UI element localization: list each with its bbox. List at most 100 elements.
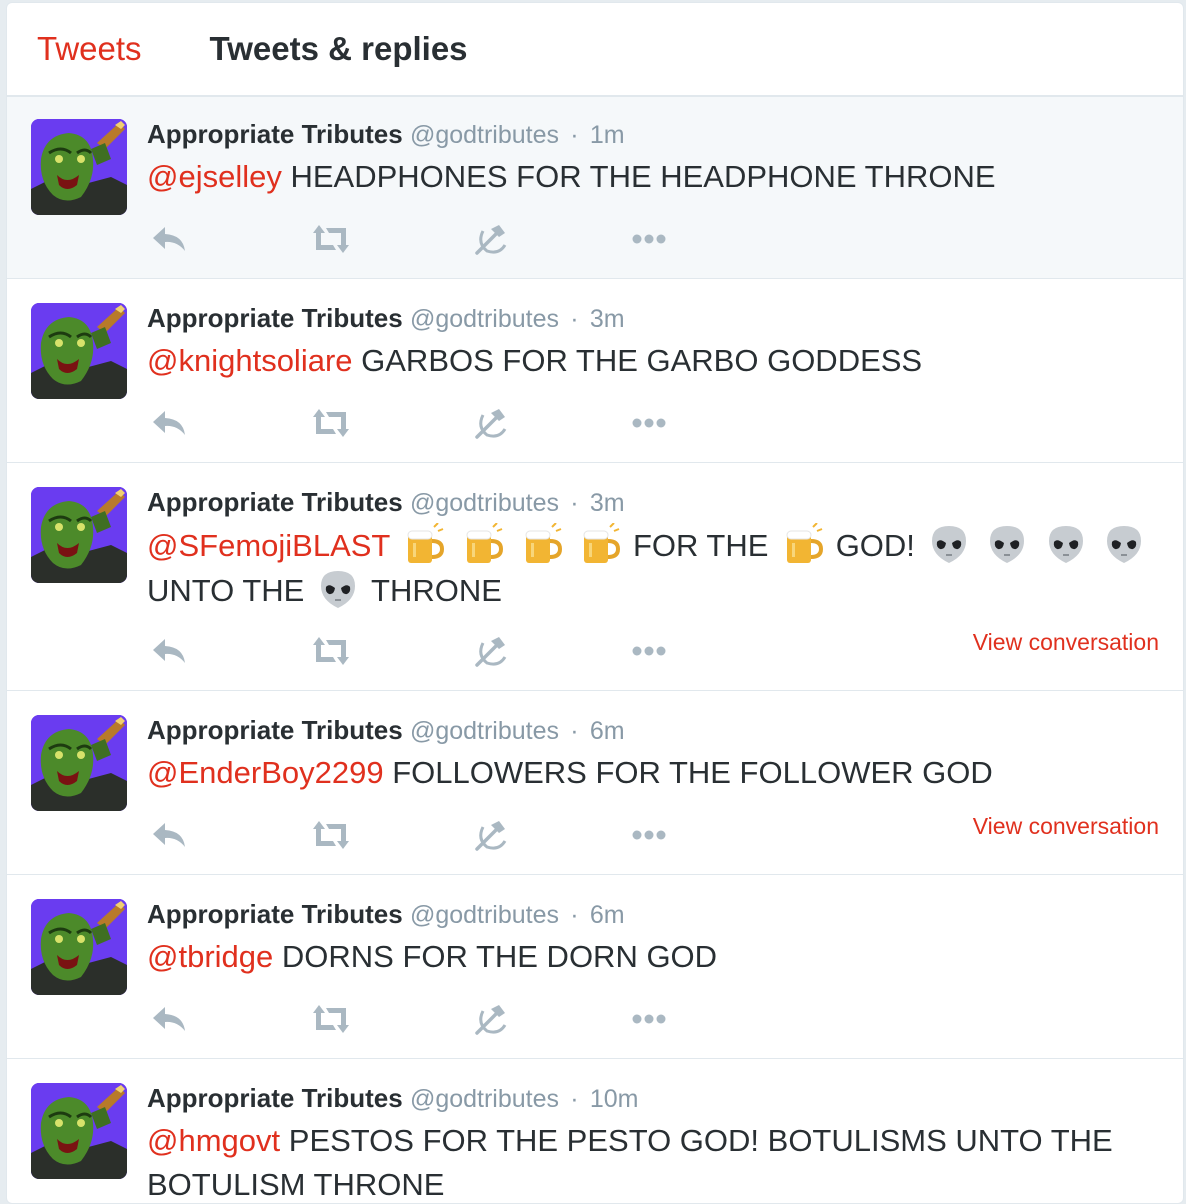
hammer-sickle-icon[interactable]: [471, 221, 511, 257]
separator-dot: ·: [570, 717, 579, 745]
tweet-text: @SFemojiBLAST FOR THE GOD! UNTO THE THRO…: [147, 523, 1153, 613]
tweet-text: @knightsoliare GARBOS FOR THE GARBO GODD…: [147, 339, 1153, 383]
tweet-timestamp[interactable]: 6m: [590, 901, 625, 929]
tab-tweets-and-replies[interactable]: Tweets & replies: [210, 30, 468, 68]
tweet-timestamp[interactable]: 1m: [590, 121, 625, 149]
tweet-item[interactable]: Appropriate Tributes @godtributes · 6m @…: [7, 691, 1183, 875]
beer-mug-emoji: [781, 523, 823, 565]
tweet-item[interactable]: Appropriate Tributes @godtributes · 3m @…: [7, 279, 1183, 463]
avatar[interactable]: [31, 1083, 127, 1179]
avatar[interactable]: [31, 487, 127, 583]
author-name[interactable]: Appropriate Tributes: [147, 487, 403, 517]
tweet-body: PESTOS FOR THE PESTO GOD! BOTULISMS UNTO…: [147, 1123, 1113, 1202]
tweet-timestamp[interactable]: 3m: [590, 305, 625, 333]
tweet-timestamp[interactable]: 10m: [590, 1085, 639, 1113]
author-handle[interactable]: @godtributes: [410, 901, 559, 929]
more-icon[interactable]: [629, 405, 669, 441]
separator-dot: ·: [570, 489, 579, 517]
retweet-icon[interactable]: [309, 405, 353, 441]
tweet-text: @ejselley HEADPHONES FOR THE HEADPHONE T…: [147, 155, 1153, 199]
view-conversation-link[interactable]: View conversation: [973, 629, 1159, 656]
hammer-sickle-icon[interactable]: [471, 633, 511, 669]
retweet-icon[interactable]: [309, 817, 353, 853]
author-handle[interactable]: @godtributes: [410, 717, 559, 745]
alien-emoji: [1103, 523, 1145, 565]
tweet-actions: [147, 221, 707, 257]
avatar[interactable]: [31, 715, 127, 811]
tweet-body-part: FOR THE: [632, 528, 769, 563]
tweet-item[interactable]: Appropriate Tributes @godtributes · 3m @…: [7, 463, 1183, 691]
tweet-timestamp[interactable]: 3m: [590, 489, 625, 517]
mention-link[interactable]: @tbridge: [147, 939, 273, 974]
tweet-header: Appropriate Tributes @godtributes · 10m: [147, 1083, 638, 1114]
reply-icon[interactable]: [149, 633, 189, 669]
reply-icon[interactable]: [149, 221, 189, 257]
beer-mug-emoji: [578, 523, 620, 565]
alien-emoji: [986, 523, 1028, 565]
tweet-actions: [147, 817, 707, 853]
profile-timeline: Tweets Tweets & replies Appropriate Trib…: [6, 2, 1184, 1204]
tweet-body: DORNS FOR THE DORN GOD: [281, 939, 718, 974]
tweet-actions: [147, 405, 707, 441]
mention-link[interactable]: @ejselley: [147, 159, 282, 194]
tweet-item[interactable]: Appropriate Tributes @godtributes · 1m @…: [7, 97, 1183, 279]
tweet-body-part: GOD!: [835, 528, 915, 563]
separator-dot: ·: [570, 121, 579, 149]
author-handle[interactable]: @godtributes: [410, 489, 559, 517]
alien-emoji: [1045, 523, 1087, 565]
hammer-sickle-icon[interactable]: [471, 817, 511, 853]
mention-link[interactable]: @hmgovt: [147, 1123, 280, 1158]
retweet-icon[interactable]: [309, 221, 353, 257]
more-icon[interactable]: [629, 633, 669, 669]
retweet-icon[interactable]: [309, 1001, 353, 1037]
avatar[interactable]: [31, 899, 127, 995]
tweet-text: @EnderBoy2299 FOLLOWERS FOR THE FOLLOWER…: [147, 751, 1153, 795]
hammer-sickle-icon[interactable]: [471, 1001, 511, 1037]
author-name[interactable]: Appropriate Tributes: [147, 1083, 403, 1113]
alien-emoji: [928, 523, 970, 565]
mention-link[interactable]: @knightsoliare: [147, 343, 353, 378]
tweet-body-part: UNTO THE: [147, 573, 305, 608]
tweet-header: Appropriate Tributes @godtributes · 1m: [147, 119, 625, 150]
timeline-tabs: Tweets Tweets & replies: [7, 3, 1183, 97]
tweet-actions: [147, 633, 707, 669]
reply-icon[interactable]: [149, 1001, 189, 1037]
tweet-header: Appropriate Tributes @godtributes · 6m: [147, 899, 625, 930]
tweet-body: GARBOS FOR THE GARBO GODDESS: [361, 343, 923, 378]
tweet-text: @tbridge DORNS FOR THE DORN GOD: [147, 935, 1153, 979]
view-conversation-link[interactable]: View conversation: [973, 813, 1159, 840]
author-handle[interactable]: @godtributes: [410, 121, 559, 149]
tweet-text: @hmgovt PESTOS FOR THE PESTO GOD! BOTULI…: [147, 1119, 1153, 1203]
avatar[interactable]: [31, 303, 127, 399]
tweet-header: Appropriate Tributes @godtributes · 3m: [147, 487, 625, 518]
tweet-header: Appropriate Tributes @godtributes · 3m: [147, 303, 625, 334]
more-icon[interactable]: [629, 221, 669, 257]
tweet-actions: [147, 1001, 707, 1037]
avatar[interactable]: [31, 119, 127, 215]
separator-dot: ·: [570, 1085, 579, 1113]
tweet-body: HEADPHONES FOR THE HEADPHONE THRONE: [290, 159, 996, 194]
tweet-timestamp[interactable]: 6m: [590, 717, 625, 745]
mention-link[interactable]: @EnderBoy2299: [147, 755, 384, 790]
retweet-icon[interactable]: [309, 633, 353, 669]
tweet-header: Appropriate Tributes @godtributes · 6m: [147, 715, 625, 746]
tweet-body: FOLLOWERS FOR THE FOLLOWER GOD: [392, 755, 993, 790]
tweet-item[interactable]: Appropriate Tributes @godtributes · 10m …: [7, 1059, 1183, 1203]
author-name[interactable]: Appropriate Tributes: [147, 303, 403, 333]
reply-icon[interactable]: [149, 817, 189, 853]
separator-dot: ·: [570, 305, 579, 333]
tab-tweets[interactable]: Tweets: [37, 30, 142, 68]
author-handle[interactable]: @godtributes: [410, 1085, 559, 1113]
author-handle[interactable]: @godtributes: [410, 305, 559, 333]
more-icon[interactable]: [629, 817, 669, 853]
more-icon[interactable]: [629, 1001, 669, 1037]
tweet-item[interactable]: Appropriate Tributes @godtributes · 6m @…: [7, 875, 1183, 1059]
mention-link[interactable]: @SFemojiBLAST: [147, 528, 390, 563]
beer-mug-emoji: [520, 523, 562, 565]
author-name[interactable]: Appropriate Tributes: [147, 715, 403, 745]
hammer-sickle-icon[interactable]: [471, 405, 511, 441]
author-name[interactable]: Appropriate Tributes: [147, 119, 403, 149]
author-name[interactable]: Appropriate Tributes: [147, 899, 403, 929]
separator-dot: ·: [570, 901, 579, 929]
reply-icon[interactable]: [149, 405, 189, 441]
